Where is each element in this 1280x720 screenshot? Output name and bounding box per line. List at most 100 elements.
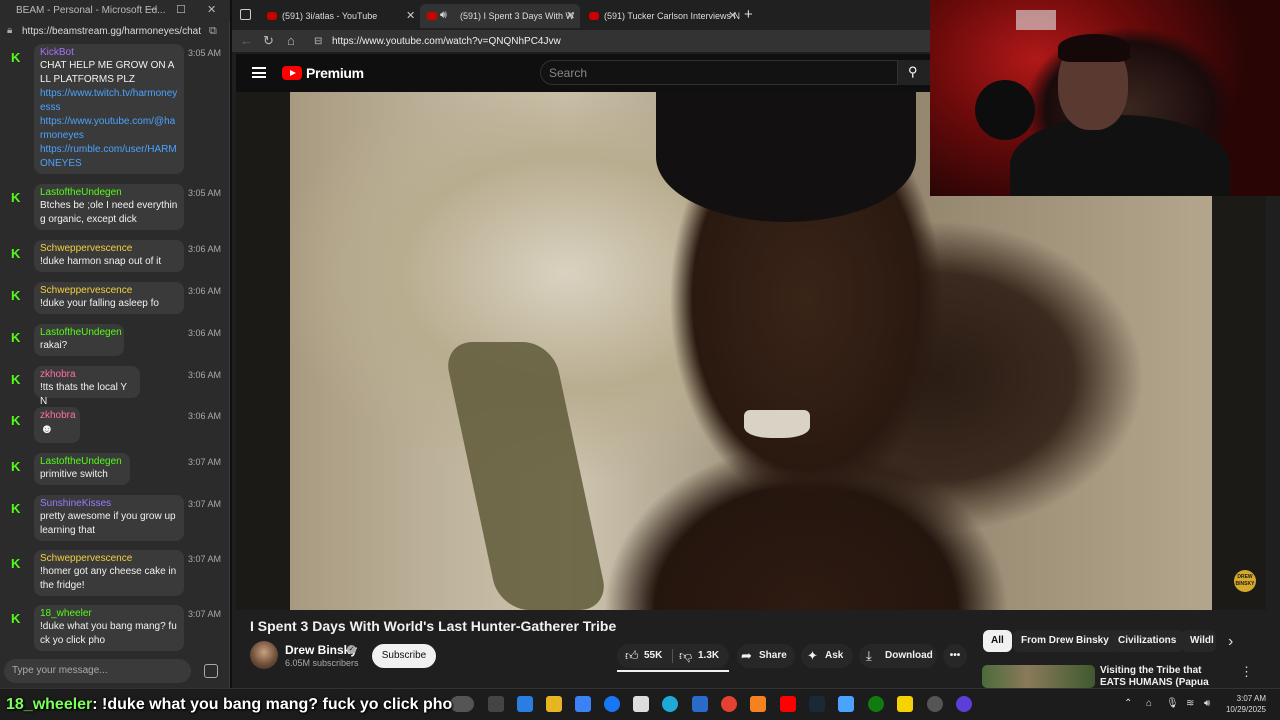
youtube-icon[interactable] bbox=[780, 696, 796, 712]
avatar[interactable] bbox=[250, 641, 278, 669]
video-title: I Spent 3 Days With World's Last Hunter-… bbox=[250, 618, 617, 634]
store-icon[interactable] bbox=[575, 696, 591, 712]
close-tab-icon[interactable]: ✕ bbox=[728, 9, 737, 22]
widgets-icon[interactable] bbox=[450, 696, 474, 712]
download-button[interactable]: ⤓ Download bbox=[859, 644, 937, 668]
search-input[interactable]: Search bbox=[540, 60, 898, 85]
chat-link[interactable]: https://www.youtube.com/@harmoneyes bbox=[40, 116, 175, 141]
tab-tucker-carlson[interactable]: (591) Tucker Carlson Interviews N ✕ bbox=[582, 4, 742, 28]
chip-wildlife[interactable]: Wildl bbox=[1182, 630, 1216, 652]
steam-icon[interactable] bbox=[809, 696, 825, 712]
new-tab-icon[interactable]: + bbox=[744, 6, 753, 23]
dislike-count[interactable]: 1.3K bbox=[698, 644, 719, 668]
calculator-icon[interactable] bbox=[692, 696, 708, 712]
close-tab-icon[interactable]: ✕ bbox=[566, 9, 575, 22]
xbox-icon[interactable] bbox=[868, 696, 884, 712]
chat-message-list[interactable]: K KickBot CHAT HELP ME GROW ON ALL PLATF… bbox=[0, 44, 230, 654]
ask-button[interactable]: ✦ Ask bbox=[801, 644, 853, 668]
back-icon[interactable]: ← bbox=[240, 33, 253, 48]
chat-text: !duke your falling asleep fo bbox=[40, 298, 159, 309]
youtube-logo-icon[interactable] bbox=[282, 66, 302, 80]
chat-username[interactable]: SunshineKisses bbox=[40, 497, 178, 510]
chat-link[interactable]: https://www.twitch.tv/harmoneyesss bbox=[40, 88, 177, 113]
sticky-notes-icon[interactable] bbox=[897, 696, 913, 712]
chat-bubble: Schweppervescence !duke harmon snap out … bbox=[34, 240, 184, 272]
volume-icon[interactable]: 🔊︎ bbox=[1204, 698, 1210, 709]
emoji-picker-icon[interactable] bbox=[204, 664, 218, 678]
settings-icon[interactable] bbox=[927, 696, 943, 712]
refresh-icon[interactable]: ↻ bbox=[263, 33, 274, 49]
search-button[interactable]: ⚲ bbox=[898, 60, 930, 85]
chat-username[interactable]: LastoftheUndegen bbox=[40, 186, 178, 199]
channel-watermark[interactable]: DREW BINSKY bbox=[1234, 570, 1256, 592]
close-tab-icon[interactable]: ✕ bbox=[406, 9, 415, 22]
kick-icon: K bbox=[11, 330, 21, 345]
more-vert-icon[interactable]: ⋮ bbox=[1240, 664, 1253, 680]
chat-window-title: BEAM - Personal - Microsoft Ed... bbox=[16, 5, 166, 16]
chat-username[interactable]: Schweppervescence bbox=[40, 552, 178, 565]
overlay-username: 18_wheeler bbox=[6, 696, 93, 713]
tab-actions-icon[interactable] bbox=[240, 9, 251, 20]
related-video-title[interactable]: Visiting the Tribe that EATS HUMANS (Pap… bbox=[1100, 665, 1224, 688]
chat-message-input[interactable]: Type your message... bbox=[4, 659, 191, 683]
chip-civilizations[interactable]: Civilizations bbox=[1110, 630, 1185, 652]
thumbs-down-icon[interactable]: 👎︎ bbox=[679, 644, 692, 668]
like-count[interactable]: 55K bbox=[644, 644, 662, 668]
chat-link[interactable]: https://rumble.com/user/HARMONEYES bbox=[40, 144, 177, 169]
amazon-icon[interactable] bbox=[633, 696, 649, 712]
tab-hunter-gatherer[interactable]: 🔊︎ (591) I Spent 3 Days With W ✕ bbox=[420, 4, 580, 28]
chat-url[interactable]: https://beamstream.gg/harmoneyes/chat bbox=[22, 26, 201, 37]
chat-bubble: 18_wheeler !duke what you bang mang? fuc… bbox=[34, 605, 184, 651]
close-icon[interactable]: ✕ bbox=[207, 3, 216, 16]
tab-3i-atlas[interactable]: (591) 3i/atlas - YouTube ✕ bbox=[260, 4, 420, 28]
thumbs-up-icon[interactable]: 👍︎ bbox=[625, 644, 639, 668]
site-info-icon[interactable]: ⊟ bbox=[314, 36, 322, 47]
chat-bubble: zkhobra ☻ bbox=[34, 407, 80, 443]
task-view-icon[interactable] bbox=[488, 696, 504, 712]
edge-icon[interactable] bbox=[662, 696, 678, 712]
clock-date[interactable]: 10/29/2025 bbox=[1220, 705, 1266, 714]
share-button[interactable]: ➦ Share bbox=[737, 644, 795, 668]
copilot-icon[interactable] bbox=[517, 696, 533, 712]
speaker-icon[interactable]: 🔊︎ bbox=[440, 9, 447, 22]
chevron-up-icon[interactable]: ⌃ bbox=[1124, 698, 1132, 709]
clock-time[interactable]: 3:07 AM bbox=[1226, 694, 1266, 703]
mic-icon[interactable]: 🎙︎ bbox=[1166, 698, 1179, 709]
chat-username[interactable]: LastoftheUndegen bbox=[40, 455, 124, 468]
chat-username[interactable]: zkhobra bbox=[40, 368, 134, 381]
youtube-icon bbox=[427, 12, 437, 20]
chat-username[interactable]: KickBot bbox=[40, 46, 178, 59]
chevron-right-icon[interactable]: › bbox=[1228, 633, 1233, 651]
obs-icon[interactable] bbox=[956, 696, 972, 712]
more-actions-icon[interactable]: ••• bbox=[943, 644, 967, 668]
facebook-icon[interactable] bbox=[604, 696, 620, 712]
app-icon[interactable] bbox=[838, 696, 854, 712]
chat-text: primitive switch bbox=[40, 469, 108, 480]
wifi-icon[interactable]: ≋ bbox=[1186, 698, 1194, 709]
chat-time: 3:06 AM bbox=[188, 286, 222, 296]
minimize-icon[interactable]: — bbox=[146, 3, 157, 15]
chat-text: !tts thats the local Y N bbox=[40, 382, 127, 407]
chat-text: rakai? bbox=[40, 340, 68, 351]
app-icon[interactable]: ⧉ bbox=[209, 25, 217, 38]
chat-username[interactable]: Schweppervescence bbox=[40, 242, 178, 255]
network-icon[interactable]: ⌂ bbox=[1146, 698, 1152, 709]
chat-username[interactable]: Schweppervescence bbox=[40, 284, 178, 297]
chat-username[interactable]: LastoftheUndegen bbox=[40, 326, 122, 339]
chip-from-channel[interactable]: From Drew Binsky bbox=[1013, 630, 1117, 652]
menu-icon[interactable] bbox=[252, 67, 266, 78]
related-video-thumbnail[interactable] bbox=[982, 665, 1095, 688]
youtube-premium-logo[interactable]: Premium bbox=[306, 65, 364, 81]
subscriber-count: 6.05M subscribers bbox=[285, 658, 359, 668]
chat-urlbar[interactable]: 🔒︎ https://beamstream.gg/harmoneyes/chat… bbox=[0, 22, 230, 42]
vlc-icon[interactable] bbox=[750, 696, 766, 712]
subscribe-button[interactable]: Subscribe bbox=[372, 644, 436, 668]
home-icon[interactable]: ⌂ bbox=[287, 33, 295, 48]
download-label: Download bbox=[885, 650, 933, 661]
maximize-icon[interactable]: ☐ bbox=[176, 3, 186, 16]
chrome-icon[interactable] bbox=[721, 696, 737, 712]
chat-username[interactable]: 18_wheeler bbox=[40, 607, 178, 620]
url-field[interactable]: https://www.youtube.com/watch?v=QNQNhPC4… bbox=[332, 36, 561, 47]
chip-all[interactable]: All bbox=[983, 630, 1012, 652]
file-explorer-icon[interactable] bbox=[546, 696, 562, 712]
